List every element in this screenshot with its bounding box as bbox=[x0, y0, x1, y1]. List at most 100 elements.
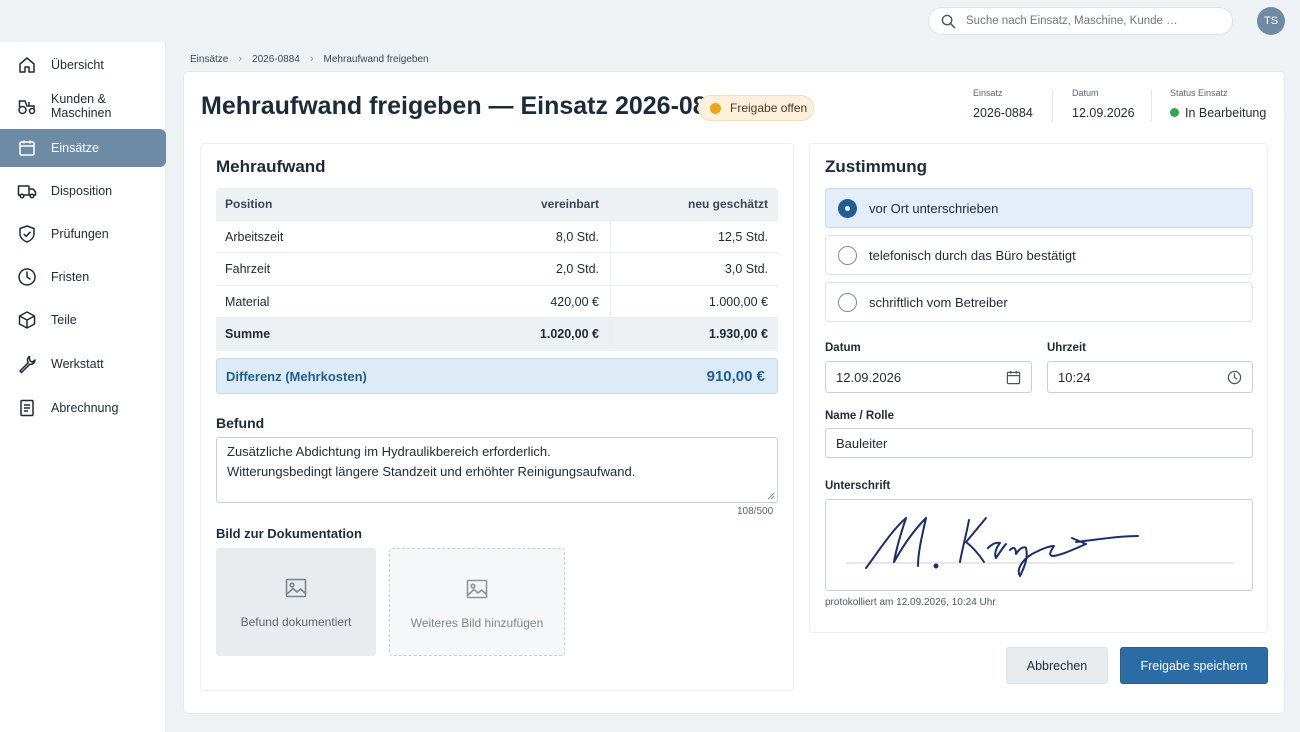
column-divider bbox=[610, 220, 611, 252]
search-icon bbox=[941, 14, 956, 28]
sidebar-item-pruefungen[interactable]: Prüfungen bbox=[0, 215, 166, 253]
avatar[interactable]: TS bbox=[1257, 7, 1285, 35]
breadcrumb-einsatz[interactable]: 2026-0884 bbox=[252, 54, 300, 65]
resize-handle-icon[interactable] bbox=[767, 492, 775, 500]
status-badge-label: Freigabe offen bbox=[730, 101, 808, 115]
image-icon bbox=[285, 578, 307, 598]
signature-pad[interactable] bbox=[825, 499, 1253, 591]
table-header: Position vereinbart neu geschätzt bbox=[216, 188, 778, 221]
wrench-icon bbox=[19, 355, 36, 374]
bild-title: Bild zur Dokumentation bbox=[216, 526, 362, 541]
cell-neu: 12,5 Std. bbox=[717, 229, 768, 244]
sidebar-item-teile[interactable]: Teile bbox=[0, 301, 166, 339]
save-button[interactable]: Freigabe speichern bbox=[1120, 647, 1268, 684]
radio-unchecked-icon bbox=[838, 293, 857, 312]
mehraufwand-title: Mehraufwand bbox=[216, 157, 326, 176]
name-field[interactable]: Bauleiter bbox=[825, 428, 1253, 458]
mehraufwand-table: Position vereinbart neu geschätzt Arbeit… bbox=[216, 188, 778, 351]
sidebar-item-label: Kunden & Maschinen bbox=[51, 92, 112, 120]
truck-icon bbox=[17, 185, 37, 199]
sidebar-item-disposition[interactable]: Disposition bbox=[0, 172, 166, 210]
cell-vereinbart: 2,0 Std. bbox=[555, 262, 599, 276]
cell-vereinbart: 420,00 € bbox=[550, 294, 599, 309]
tractor-icon bbox=[18, 100, 36, 115]
meta-datum: Datum 12.09.2026 bbox=[1072, 88, 1135, 120]
befund-textarea[interactable]: Zusätzliche Abdichtung im Hydraulikberei… bbox=[216, 437, 778, 503]
cell-vereinbart: 8,0 Std. bbox=[555, 229, 599, 244]
sidebar-item-kunden[interactable]: Kunden & Maschinen bbox=[0, 87, 166, 125]
shield-check-icon bbox=[19, 225, 35, 243]
add-image-label: Weiteres Bild hinzufügen bbox=[410, 616, 544, 630]
sidebar-item-werkstatt[interactable]: Werkstatt bbox=[0, 345, 166, 383]
cell-neu: 1.000,00 € bbox=[708, 294, 768, 309]
radio-telefonisch[interactable]: telefonisch durch das Büro bestätigt bbox=[825, 235, 1253, 275]
name-label: Name / Rolle bbox=[825, 410, 895, 422]
radio-schriftlich[interactable]: schriftlich vom Betreiber bbox=[825, 282, 1253, 322]
column-divider bbox=[610, 318, 611, 351]
table-row: Arbeitszeit 8,0 Std. 12,5 Std. bbox=[216, 220, 778, 253]
sidebar-item-label: Disposition bbox=[51, 184, 113, 198]
differenz-value: 910,00 € bbox=[706, 368, 765, 385]
chevron-right-icon: › bbox=[238, 53, 243, 65]
sidebar-item-einsaetze[interactable]: Einsätze bbox=[0, 129, 166, 167]
radio-checked-icon bbox=[838, 199, 857, 218]
sidebar-item-label: Werkstatt bbox=[51, 357, 104, 371]
uhrzeit-label: Uhrzeit bbox=[1047, 342, 1086, 354]
cell-neu: 1.930,00 € bbox=[708, 327, 768, 341]
sidebar-item-uebersicht[interactable]: Übersicht bbox=[0, 46, 166, 84]
column-header: neu geschätzt bbox=[687, 197, 768, 211]
search-input[interactable] bbox=[966, 15, 1216, 27]
column-header: vereinbart bbox=[540, 197, 599, 211]
search-box[interactable] bbox=[928, 7, 1233, 35]
radio-label: telefonisch durch das Büro bestätigt bbox=[869, 248, 1076, 263]
column-divider bbox=[610, 285, 611, 317]
status-green-dot-icon bbox=[1170, 108, 1179, 117]
datum-value: 12.09.2026 bbox=[836, 370, 902, 385]
befund-title: Befund bbox=[216, 415, 265, 431]
cell-vereinbart: 1.020,00 € bbox=[539, 327, 599, 341]
sidebar-item-abrechnung[interactable]: Abrechnung bbox=[0, 389, 166, 427]
meta-label: Status Einsatz bbox=[1170, 88, 1228, 98]
cancel-button[interactable]: Abbrechen bbox=[1006, 647, 1108, 684]
calendar-icon bbox=[19, 140, 35, 156]
radio-vor-ort[interactable]: vor Ort unterschrieben bbox=[825, 188, 1253, 228]
radio-label: schriftlich vom Betreiber bbox=[869, 295, 1008, 310]
add-image-tile[interactable]: Weiteres Bild hinzufügen bbox=[389, 548, 565, 656]
signature-image bbox=[846, 517, 1233, 577]
cell-position: Summe bbox=[225, 327, 271, 341]
chevron-right-icon: › bbox=[309, 53, 314, 65]
image-icon bbox=[466, 579, 488, 599]
differenz-label: Differenz (Mehrkosten) bbox=[226, 369, 367, 384]
meta-value: In Bearbeitung bbox=[1170, 106, 1266, 120]
cell-neu: 3,0 Std. bbox=[724, 262, 768, 276]
clock-icon[interactable] bbox=[1227, 370, 1242, 385]
sidebar-item-label: Übersicht bbox=[51, 58, 104, 72]
sidebar-item-label: Einsätze bbox=[51, 141, 99, 155]
meta-einsatz: Einsatz 2026-0884 bbox=[973, 88, 1033, 120]
protocol-note: protokolliert am 12.09.2026, 10:24 Uhr bbox=[825, 597, 996, 608]
meta-value: 12.09.2026 bbox=[1072, 106, 1135, 120]
unterschrift-label: Unterschrift bbox=[825, 480, 891, 492]
meta-value: 2026-0884 bbox=[973, 106, 1033, 120]
breadcrumb-einsaetze[interactable]: Einsätze bbox=[190, 54, 228, 65]
home-icon bbox=[19, 57, 35, 73]
uhrzeit-value: 10:24 bbox=[1058, 370, 1091, 385]
meta-status-value: In Bearbeitung bbox=[1185, 106, 1267, 120]
divider bbox=[1052, 90, 1053, 122]
document-icon bbox=[20, 399, 34, 417]
cell-position: Material bbox=[225, 294, 270, 309]
sidebar-item-fristen[interactable]: Fristen bbox=[0, 258, 166, 296]
breadcrumb: Einsätze › 2026-0884 › Mehraufwand freig… bbox=[190, 53, 429, 65]
status-dot-icon bbox=[710, 102, 721, 114]
page-title: Mehraufwand freigeben — Einsatz 2026-088… bbox=[201, 92, 735, 120]
box-icon bbox=[18, 311, 36, 329]
datum-field[interactable]: 12.09.2026 bbox=[825, 361, 1032, 393]
clock-icon bbox=[18, 268, 36, 286]
image-tile-befund[interactable]: Befund dokumentiert bbox=[216, 548, 376, 656]
uhrzeit-field[interactable]: 10:24 bbox=[1047, 361, 1253, 393]
calendar-icon[interactable] bbox=[1006, 370, 1021, 385]
meta-label: Einsatz bbox=[973, 88, 1003, 98]
sidebar-item-label: Teile bbox=[51, 313, 77, 327]
radio-unchecked-icon bbox=[838, 246, 857, 265]
sidebar-item-label: Fristen bbox=[51, 270, 90, 284]
